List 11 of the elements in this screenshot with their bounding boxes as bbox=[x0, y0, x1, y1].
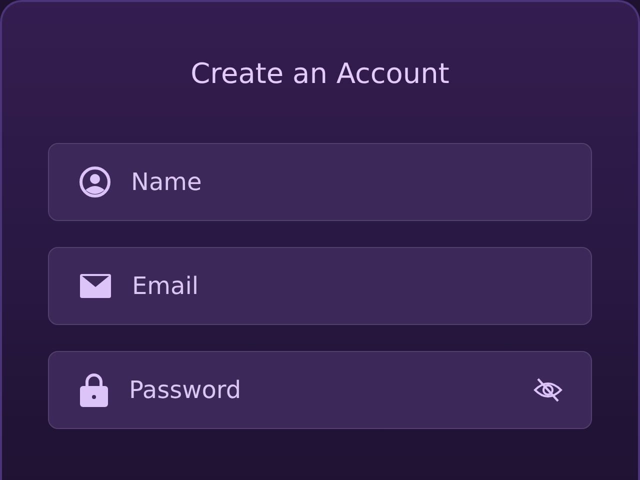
text-input[interactable]: Name bbox=[131, 168, 563, 196]
user-icon bbox=[79, 166, 111, 198]
input-field[interactable]: Name bbox=[48, 143, 592, 221]
form-title: Create an Account bbox=[190, 56, 450, 92]
input-field[interactable]: Email bbox=[48, 247, 592, 325]
text-input[interactable]: Email bbox=[132, 272, 563, 300]
padlock-icon bbox=[79, 372, 109, 408]
envelope-icon bbox=[79, 273, 112, 299]
input-field[interactable]: Password bbox=[48, 351, 592, 429]
text-input[interactable]: Password bbox=[129, 376, 513, 404]
hide-password-icon[interactable] bbox=[533, 377, 563, 403]
